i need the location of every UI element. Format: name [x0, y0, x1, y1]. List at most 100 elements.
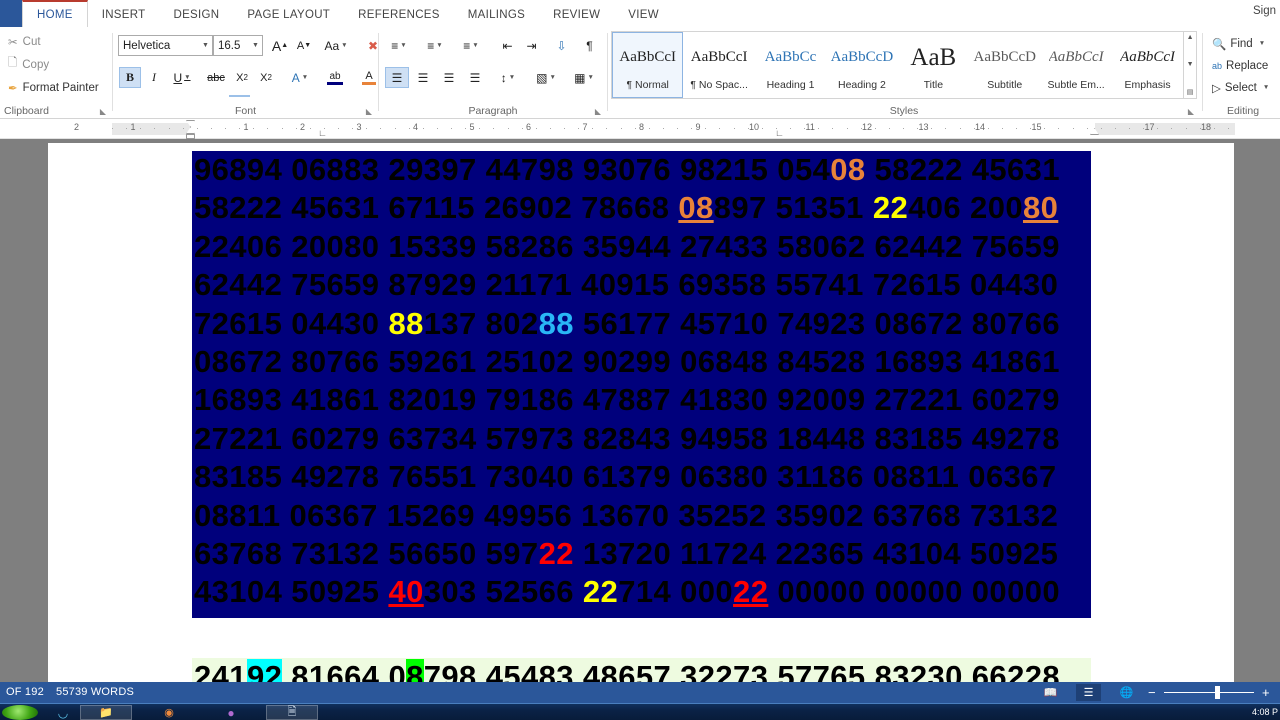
- ribbon-tab-view[interactable]: VIEW: [614, 0, 673, 27]
- find-button[interactable]: 🔍 Find ▼: [1210, 33, 1267, 54]
- document-text-line[interactable]: 58222 45631 67115 26902 78668 08897 5135…: [192, 189, 1091, 227]
- taskbar-media-player-icon[interactable]: ◉: [150, 705, 188, 720]
- file-tab[interactable]: [0, 0, 22, 27]
- zoom-slider-thumb[interactable]: [1215, 686, 1220, 699]
- taskbar-file-explorer-icon[interactable]: 📁: [80, 705, 132, 720]
- italic-button[interactable]: I: [143, 67, 165, 88]
- selected-text-block[interactable]: 96894 06883 29397 44798 93076 98215 0540…: [192, 151, 1091, 618]
- sign-in-link[interactable]: Sign: [1253, 5, 1276, 17]
- align-right-button[interactable]: ☰: [437, 67, 461, 88]
- grow-font-button[interactable]: A ▲: [269, 35, 291, 56]
- format-painter-button[interactable]: ✒ Format Painter: [4, 77, 99, 98]
- chevron-icon[interactable]: ▲: [1187, 34, 1194, 41]
- ribbon-tab-insert[interactable]: INSERT: [88, 0, 160, 27]
- document-text-line[interactable]: 16893 41861 82019 79186 47887 41830 9200…: [192, 381, 1091, 419]
- word-count[interactable]: 55739 WORDS: [56, 686, 134, 698]
- zoom-in-button[interactable]: +: [1262, 685, 1270, 700]
- tab-stop-marker[interactable]: ∟: [775, 128, 784, 138]
- start-button[interactable]: [2, 705, 38, 720]
- numbered-list-button[interactable]: ≡ ▼: [421, 35, 451, 56]
- style-item-subtitle[interactable]: AaBbCcD Subtitle: [969, 32, 1040, 98]
- print-layout-button[interactable]: ☰: [1076, 684, 1101, 701]
- document-text-line[interactable]: 72615 04430 88137 80288 56177 45710 7492…: [192, 305, 1091, 343]
- show-formatting-marks-button[interactable]: ¶: [579, 35, 600, 56]
- ruler-tick: [635, 128, 636, 129]
- document-page[interactable]: 96894 06883 29397 44798 93076 98215 0540…: [48, 143, 1234, 682]
- clipboard-dialog-launcher[interactable]: ◣: [100, 107, 106, 116]
- justify-button[interactable]: ☰: [463, 67, 487, 88]
- style-item-emphasis[interactable]: AaBbCcI Emphasis: [1112, 32, 1183, 98]
- page-indicator[interactable]: OF 192: [6, 686, 44, 698]
- document-text-line[interactable]: 62442 75659 87929 21171 40915 69358 5574…: [192, 266, 1091, 304]
- document-text-line[interactable]: 08811 06367 15269 49956 13670 35252 3590…: [192, 497, 1091, 535]
- styles-scroll-arrows[interactable]: ▲ ▼ ▤: [1183, 32, 1196, 98]
- style-item-heading-2[interactable]: AaBbCcD Heading 2: [826, 32, 897, 98]
- font-dialog-launcher[interactable]: ◣: [366, 107, 372, 116]
- multilevel-list-button[interactable]: ≡ ▼: [457, 35, 487, 56]
- document-text-line[interactable]: 08672 80766 59261 25102 90299 06848 8452…: [192, 343, 1091, 381]
- superscript-button[interactable]: X2: [255, 67, 277, 88]
- zoom-slider-track[interactable]: [1164, 692, 1254, 693]
- font-family-combo[interactable]: Helvetica ▼: [118, 35, 213, 56]
- taskbar-internet-explorer-icon[interactable]: ◡: [44, 705, 82, 720]
- styles-gallery[interactable]: AaBbCcI ¶ Normal AaBbCcI ¶ No Spac... AaBbCc…: [611, 31, 1197, 99]
- style-item-heading-1[interactable]: AaBbCc Heading 1: [755, 32, 826, 98]
- text-highlight-button[interactable]: ab: [319, 67, 351, 88]
- read-mode-button[interactable]: 📖: [1038, 684, 1063, 701]
- ruler-tick: [1016, 128, 1017, 129]
- document-text-line[interactable]: 27221 60279 63734 57973 82843 94958 1844…: [192, 420, 1091, 458]
- ribbon-tab-mailings[interactable]: MAILINGS: [454, 0, 539, 27]
- tab-stop-marker[interactable]: ∟: [318, 128, 327, 138]
- line-spacing-button[interactable]: ↕ ▼: [493, 67, 525, 88]
- replace-button[interactable]: ab Replace: [1210, 55, 1268, 76]
- align-left-button[interactable]: ☰: [385, 67, 409, 88]
- taskbar-clock[interactable]: 4:08 P: [1252, 707, 1278, 717]
- document-canvas[interactable]: 96894 06883 29397 44798 93076 98215 0540…: [0, 139, 1280, 682]
- ruler-tick: [296, 128, 297, 129]
- decrease-indent-button[interactable]: ⇤: [497, 35, 518, 56]
- chevron-icon[interactable]: ▼: [1187, 61, 1194, 68]
- unselected-text-line[interactable]: 24192 81664 08798 45483 48657 32273 5776…: [192, 657, 1091, 682]
- document-text-line[interactable]: 43104 50925 40303 52566 22714 00022 0000…: [192, 573, 1091, 611]
- style-item-subtle-em[interactable]: AaBbCcI Subtle Em...: [1040, 32, 1111, 98]
- text-effects-button[interactable]: A ▼: [285, 67, 317, 88]
- taskbar-word-icon[interactable]: 🗎: [266, 705, 318, 720]
- style-item-title[interactable]: AaB Title: [898, 32, 969, 98]
- style-item-normal[interactable]: AaBbCcI ¶ Normal: [612, 32, 684, 98]
- ribbon-tab-page-layout[interactable]: PAGE LAYOUT: [233, 0, 344, 27]
- web-layout-button[interactable]: 🌐: [1114, 684, 1139, 701]
- ruler-tick: [409, 128, 410, 129]
- taskbar-browser-icon[interactable]: ●: [212, 705, 250, 720]
- shading-button[interactable]: ▧ ▼: [531, 67, 563, 88]
- cut-button[interactable]: ✂ Cut: [4, 31, 41, 52]
- document-text-line[interactable]: 63768 73132 56650 59722 13720 11724 2236…: [192, 535, 1091, 573]
- ribbon-tab-home[interactable]: HOME: [22, 0, 88, 27]
- sort-button[interactable]: ⇩: [551, 35, 572, 56]
- styles-dialog-launcher[interactable]: ◣: [1188, 107, 1194, 116]
- horizontal-ruler[interactable]: 2 1 1 2 3 4 5 6 7 8 9 10 11 12 13 14 15 17 18 ∟ ∟: [0, 119, 1280, 139]
- align-center-button[interactable]: ☰: [411, 67, 435, 88]
- ribbon-tab-references[interactable]: REFERENCES: [344, 0, 454, 27]
- document-text-line[interactable]: 22406 20080 15339 58286 35944 27433 5806…: [192, 228, 1091, 266]
- change-case-button[interactable]: Aa ▼: [321, 35, 353, 56]
- strikethrough-button[interactable]: abc: [203, 67, 229, 88]
- copy-button[interactable]: 🗋 Copy: [4, 54, 49, 75]
- underline-button[interactable]: U ▼: [167, 67, 199, 88]
- paragraph-dialog-launcher[interactable]: ◣: [595, 107, 601, 116]
- ribbon-tab-review[interactable]: REVIEW: [539, 0, 614, 27]
- subscript-button[interactable]: X2: [231, 67, 253, 88]
- borders-button[interactable]: ▦ ▼: [569, 67, 601, 88]
- shrink-font-button[interactable]: A ▼: [293, 35, 315, 56]
- document-text-line[interactable]: 96894 06883 29397 44798 93076 98215 0540…: [192, 151, 1091, 189]
- font-size-combo[interactable]: 16.5 ▼: [213, 35, 263, 56]
- bullet-list-button[interactable]: ≡ ▼: [385, 35, 415, 56]
- select-button[interactable]: ▷ Select ▼: [1210, 77, 1271, 98]
- increase-indent-button[interactable]: ⇥: [521, 35, 542, 56]
- ribbon-tab-design[interactable]: DESIGN: [159, 0, 233, 27]
- bold-button[interactable]: B: [119, 67, 141, 88]
- zoom-out-button[interactable]: −: [1148, 685, 1156, 700]
- document-text-line[interactable]: 83185 49278 76551 73040 61379 06380 3118…: [192, 458, 1091, 496]
- chevron-icon[interactable]: ▤: [1187, 88, 1194, 96]
- text-run: 43104 50925: [194, 574, 389, 610]
- style-item-no-spac[interactable]: AaBbCcI ¶ No Spac...: [683, 32, 754, 98]
